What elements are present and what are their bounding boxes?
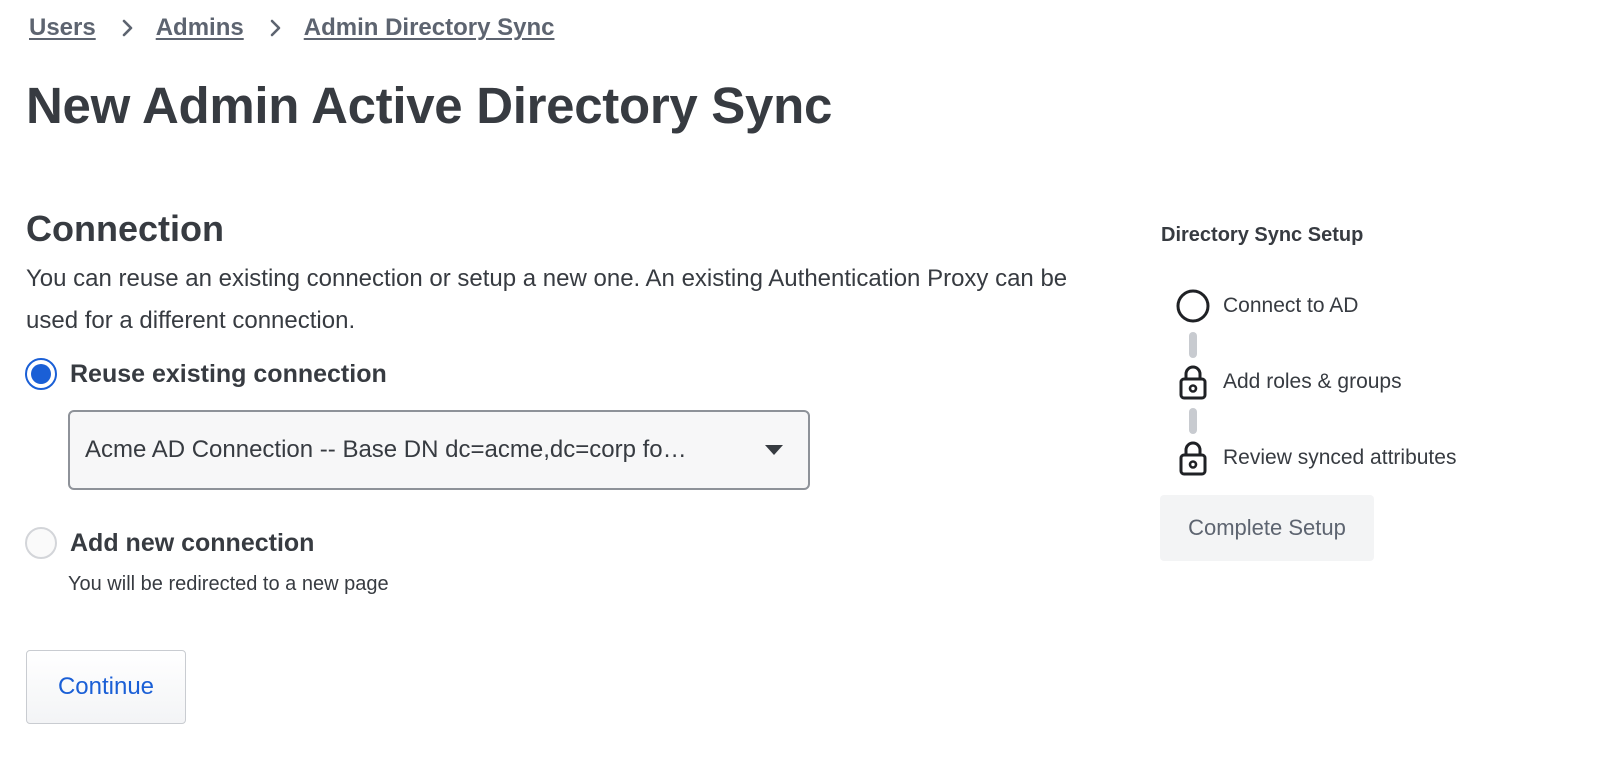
complete-setup-button[interactable]: Complete Setup <box>1160 495 1374 561</box>
step-connector <box>1189 408 1197 434</box>
chevron-right-icon <box>122 19 133 37</box>
step-add-roles-groups: Add roles & groups <box>1175 364 1402 400</box>
breadcrumb-directory-sync-link[interactable]: Admin Directory Sync <box>304 14 555 42</box>
reuse-connection-label: Reuse existing connection <box>70 359 387 388</box>
lock-icon <box>1175 440 1211 476</box>
chevron-right-icon <box>270 19 281 37</box>
circle-outline-icon <box>1175 288 1211 324</box>
breadcrumb-users-link[interactable]: Users <box>29 14 96 42</box>
setup-title: Directory Sync Setup <box>1161 224 1364 246</box>
connection-description: You can reuse an existing connection or … <box>26 265 1068 334</box>
breadcrumb: Users Admins Admin Directory Sync <box>29 14 554 42</box>
step-connector <box>1189 332 1197 358</box>
step-label: Connect to AD <box>1223 294 1359 317</box>
caret-down-icon <box>765 445 783 455</box>
page-title: New Admin Active Directory Sync <box>26 77 833 134</box>
continue-button[interactable]: Continue <box>26 650 186 724</box>
step-label: Add roles & groups <box>1223 370 1402 393</box>
lock-icon <box>1175 364 1211 400</box>
connection-select-value: Acme AD Connection -- Base DN dc=acme,dc… <box>85 436 687 463</box>
step-label: Review synced attributes <box>1223 446 1457 469</box>
step-review-synced-attributes: Review synced attributes <box>1175 440 1456 476</box>
step-connect-to-ad: Connect to AD <box>1175 288 1358 324</box>
reuse-connection-option[interactable]: Reuse existing connection <box>25 358 387 390</box>
breadcrumb-admins-link[interactable]: Admins <box>156 14 244 42</box>
add-connection-helper: You will be redirected to a new page <box>68 573 389 595</box>
reuse-connection-radio[interactable] <box>25 358 57 390</box>
setup-panel: Directory Sync Setup Connect to AD Add r… <box>1161 224 1581 476</box>
connection-select[interactable]: Acme AD Connection -- Base DN dc=acme,dc… <box>68 410 810 490</box>
add-connection-option[interactable]: Add new connection <box>25 527 314 559</box>
page: Users Admins Admin Directory Sync New Ad… <box>0 0 1600 768</box>
connection-heading: Connection <box>26 208 224 249</box>
add-connection-label: Add new connection <box>70 528 315 557</box>
add-connection-radio[interactable] <box>25 527 57 559</box>
